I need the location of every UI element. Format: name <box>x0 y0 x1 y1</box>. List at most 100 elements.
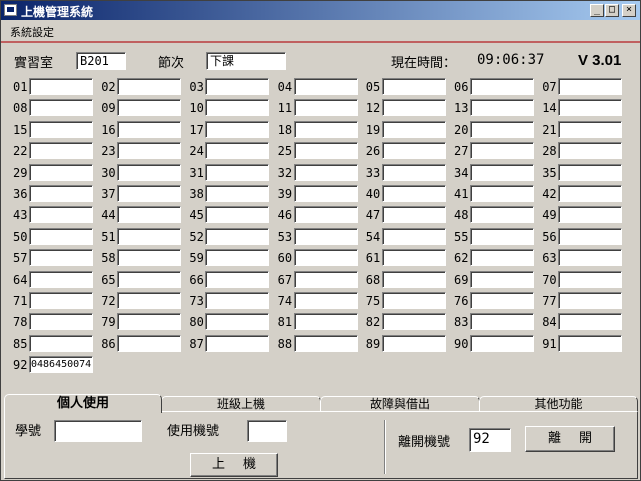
machine-status-field[interactable] <box>293 206 358 224</box>
machine-status-field[interactable] <box>558 270 623 288</box>
machine-status-field[interactable] <box>293 292 358 309</box>
machine-status-field[interactable] <box>29 292 93 309</box>
machine-status-field[interactable] <box>470 185 534 202</box>
machine-status-field[interactable] <box>205 163 270 181</box>
machine-status-field[interactable]: 0486450074 <box>29 356 93 374</box>
machine-status-field[interactable] <box>293 78 358 95</box>
machine-status-field[interactable] <box>470 206 534 224</box>
lab-field[interactable]: B201 <box>76 52 126 70</box>
machine-status-field[interactable] <box>117 249 182 267</box>
machine-status-field[interactable] <box>117 292 182 309</box>
machine-status-field[interactable] <box>205 227 270 245</box>
machine-status-field[interactable] <box>470 163 534 181</box>
machine-status-field[interactable] <box>470 270 534 288</box>
minimize-button[interactable]: _ <box>590 4 604 17</box>
tab-fault-and-loan[interactable]: 故障與借出 <box>320 396 480 412</box>
app-icon[interactable] <box>4 4 17 16</box>
machine-status-field[interactable] <box>470 313 534 331</box>
close-button[interactable]: × <box>622 4 636 17</box>
machine-status-field[interactable] <box>558 292 623 309</box>
machine-status-field[interactable] <box>558 227 623 245</box>
machine-status-field[interactable] <box>29 227 93 245</box>
machine-status-field[interactable] <box>381 185 446 202</box>
machine-status-field[interactable] <box>29 270 93 288</box>
machine-status-field[interactable] <box>558 206 623 224</box>
tab-class-login[interactable]: 班級上機 <box>161 396 321 412</box>
machine-status-field[interactable] <box>381 142 446 160</box>
machine-status-field[interactable] <box>470 227 534 245</box>
machine-status-field[interactable] <box>558 185 623 202</box>
machine-status-field[interactable] <box>205 78 270 95</box>
machine-status-field[interactable] <box>558 120 623 138</box>
machine-status-field[interactable] <box>293 270 358 288</box>
machine-status-field[interactable] <box>558 334 623 352</box>
machine-status-field[interactable] <box>381 78 446 95</box>
machine-status-field[interactable] <box>381 163 446 181</box>
period-field[interactable]: 下課 <box>206 52 286 70</box>
machine-status-field[interactable] <box>29 99 93 117</box>
machine-status-field[interactable] <box>558 249 623 267</box>
machine-status-field[interactable] <box>381 120 446 138</box>
machine-status-field[interactable] <box>381 227 446 245</box>
machine-status-field[interactable] <box>29 120 93 138</box>
machine-status-field[interactable] <box>293 120 358 138</box>
machine-status-field[interactable] <box>381 99 446 117</box>
machine-status-field[interactable] <box>117 99 182 117</box>
machine-status-field[interactable] <box>293 185 358 202</box>
machine-status-field[interactable] <box>29 334 93 352</box>
machine-status-field[interactable] <box>205 249 270 267</box>
machine-status-field[interactable] <box>205 99 270 117</box>
machine-status-field[interactable] <box>381 292 446 309</box>
login-button[interactable]: 上機 <box>190 453 278 477</box>
machine-status-field[interactable] <box>293 142 358 160</box>
machine-status-field[interactable] <box>117 313 182 331</box>
machine-status-field[interactable] <box>29 206 93 224</box>
title-bar[interactable]: 上機管理系統 _ □ × <box>1 1 640 20</box>
machine-status-field[interactable] <box>117 78 182 95</box>
machine-status-field[interactable] <box>29 78 93 95</box>
machine-status-field[interactable] <box>293 313 358 331</box>
machine-status-field[interactable] <box>117 142 182 160</box>
machine-status-field[interactable] <box>29 249 93 267</box>
machine-status-field[interactable] <box>470 99 534 117</box>
machine-status-field[interactable] <box>381 313 446 331</box>
machine-status-field[interactable] <box>293 99 358 117</box>
machine-status-field[interactable] <box>205 206 270 224</box>
tab-other-functions[interactable]: 其他功能 <box>479 396 638 412</box>
machine-status-field[interactable] <box>29 142 93 160</box>
machine-status-field[interactable] <box>558 99 623 117</box>
machine-status-field[interactable] <box>381 334 446 352</box>
machine-status-field[interactable] <box>29 185 93 202</box>
machine-status-field[interactable] <box>381 249 446 267</box>
machine-status-field[interactable] <box>205 120 270 138</box>
machine-status-field[interactable] <box>293 249 358 267</box>
student-id-input[interactable] <box>54 420 142 442</box>
machine-status-field[interactable] <box>558 142 623 160</box>
machine-status-field[interactable] <box>117 227 182 245</box>
machine-status-field[interactable] <box>117 163 182 181</box>
machine-status-field[interactable] <box>381 206 446 224</box>
machine-status-field[interactable] <box>117 120 182 138</box>
machine-status-field[interactable] <box>558 163 623 181</box>
machine-status-field[interactable] <box>293 334 358 352</box>
maximize-button[interactable]: □ <box>605 4 619 17</box>
machine-status-field[interactable] <box>205 292 270 309</box>
machine-status-field[interactable] <box>117 206 182 224</box>
machine-number-input[interactable] <box>247 420 287 442</box>
machine-status-field[interactable] <box>29 313 93 331</box>
machine-status-field[interactable] <box>558 78 623 95</box>
machine-status-field[interactable] <box>470 334 534 352</box>
machine-status-field[interactable] <box>29 163 93 181</box>
machine-status-field[interactable] <box>205 313 270 331</box>
machine-status-field[interactable] <box>205 270 270 288</box>
tab-personal-use[interactable]: 個人使用 <box>4 394 162 413</box>
machine-status-field[interactable] <box>205 142 270 160</box>
machine-status-field[interactable] <box>117 270 182 288</box>
machine-status-field[interactable] <box>470 120 534 138</box>
machine-status-field[interactable] <box>381 270 446 288</box>
machine-status-field[interactable] <box>470 292 534 309</box>
machine-status-field[interactable] <box>470 142 534 160</box>
machine-status-field[interactable] <box>117 185 182 202</box>
machine-status-field[interactable] <box>470 78 534 95</box>
machine-status-field[interactable] <box>117 334 182 352</box>
